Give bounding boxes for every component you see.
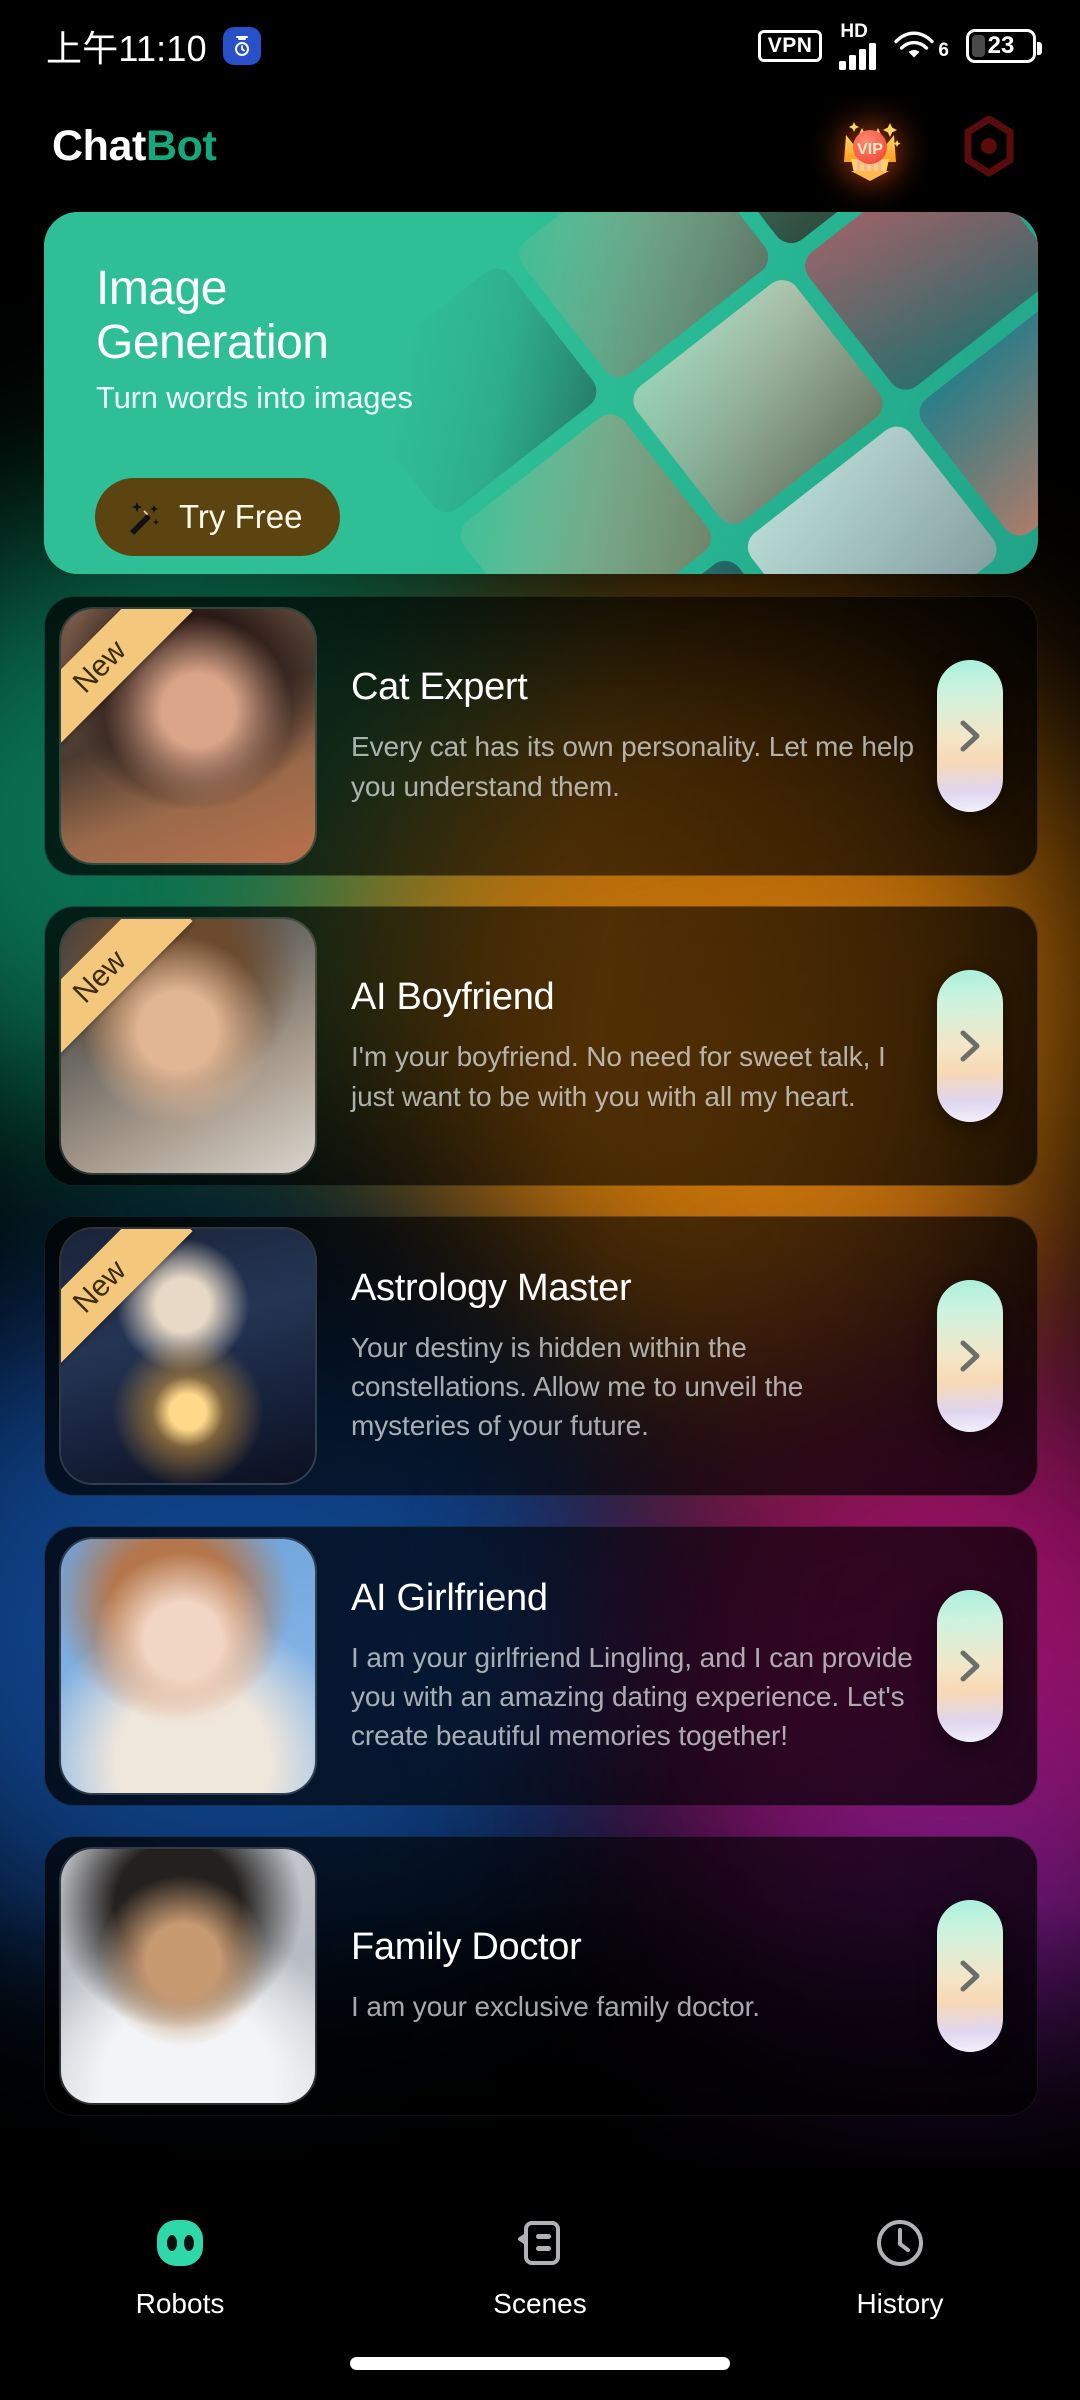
battery-icon: 23 xyxy=(966,29,1042,63)
status-bar-time: 上午11:10 xyxy=(46,28,207,69)
chevron-right-icon[interactable] xyxy=(937,660,1003,812)
bot-name: Astrology Master xyxy=(351,1266,632,1309)
chevron-right-icon[interactable] xyxy=(937,970,1003,1122)
banner-title-line2: Generation xyxy=(96,315,329,369)
status-bar: 上午11:10 VPN HD 6 23 xyxy=(0,0,1080,92)
bot-card-ai-girlfriend[interactable]: AI Girlfriend I am your girlfriend Lingl… xyxy=(44,1526,1038,1806)
magic-wand-icon xyxy=(125,498,163,536)
try-free-label: Try Free xyxy=(179,498,303,535)
nav-item-robots[interactable]: Robots xyxy=(0,2214,360,2320)
hexagon-target-icon[interactable] xyxy=(956,113,1022,179)
chevron-right-icon[interactable] xyxy=(937,1280,1003,1432)
bot-list: New Cat Expert Every cat has its own per… xyxy=(0,596,1080,2116)
banner-subtitle: Turn words into images xyxy=(96,379,413,415)
vpn-indicator: VPN xyxy=(757,29,823,63)
nav-item-history[interactable]: History xyxy=(720,2214,1080,2320)
chevron-right-icon[interactable] xyxy=(937,1900,1003,2052)
battery-level: 23 xyxy=(987,32,1015,59)
vip-crown-icon[interactable]: VIP xyxy=(832,108,908,184)
bot-description: Every cat has its own personality. Let m… xyxy=(351,731,914,802)
app-header: ChatBot VIP xyxy=(0,92,1080,200)
bot-name: Cat Expert xyxy=(351,666,528,709)
nav-label: Robots xyxy=(135,2288,225,2319)
alarm-app-icon xyxy=(222,27,261,65)
astrology-master-avatar: New xyxy=(61,1229,315,1483)
nav-label: History xyxy=(856,2288,944,2319)
bot-card-cat-expert[interactable]: New Cat Expert Every cat has its own per… xyxy=(44,596,1038,876)
bot-description: I am your exclusive family doctor. xyxy=(351,1990,760,2022)
banner-title-line1: Image xyxy=(96,262,227,315)
bot-name: AI Boyfriend xyxy=(351,976,555,1019)
bot-card-ai-boyfriend[interactable]: New AI Boyfriend I'm your boyfriend. No … xyxy=(44,906,1038,1186)
bot-description: I am your girlfriend Lingling, and I can… xyxy=(351,1641,913,1752)
nav-label: Scenes xyxy=(493,2288,587,2319)
home-indicator[interactable] xyxy=(350,2357,730,2370)
app-title: ChatBot xyxy=(52,121,217,171)
chevron-right-icon[interactable] xyxy=(937,1590,1003,1742)
nav-item-scenes[interactable]: Scenes xyxy=(360,2214,720,2320)
cat-expert-avatar: New xyxy=(61,609,315,863)
robot-head-icon xyxy=(151,2214,209,2272)
ai-girlfriend-avatar xyxy=(61,1539,315,1793)
family-doctor-avatar xyxy=(61,1849,315,2103)
signal-bars-icon: HD xyxy=(839,21,877,70)
bot-description: Your destiny is hidden within the conste… xyxy=(351,1331,804,1442)
wifi-icon: 6 xyxy=(893,30,949,62)
bot-name: Family Doctor xyxy=(351,1925,582,1968)
bot-name: AI Girlfriend xyxy=(351,1576,548,1619)
bot-description: I'm your boyfriend. No need for sweet ta… xyxy=(351,1041,886,1112)
bot-card-family-doctor[interactable]: Family Doctor I am your exclusive family… xyxy=(44,1836,1038,2116)
brand-primary: Chat xyxy=(52,121,146,170)
bot-card-astrology-master[interactable]: New Astrology Master Your destiny is hid… xyxy=(44,1216,1038,1496)
ai-boyfriend-avatar: New xyxy=(61,919,315,1173)
hd-label: HD xyxy=(840,21,868,42)
brand-secondary: Bot xyxy=(145,121,217,170)
wifi-generation-label: 6 xyxy=(938,40,949,61)
svg-text:VIP: VIP xyxy=(857,141,883,158)
scene-card-icon xyxy=(514,2214,566,2272)
try-free-button[interactable]: Try Free xyxy=(95,478,341,556)
clock-icon xyxy=(874,2214,926,2272)
